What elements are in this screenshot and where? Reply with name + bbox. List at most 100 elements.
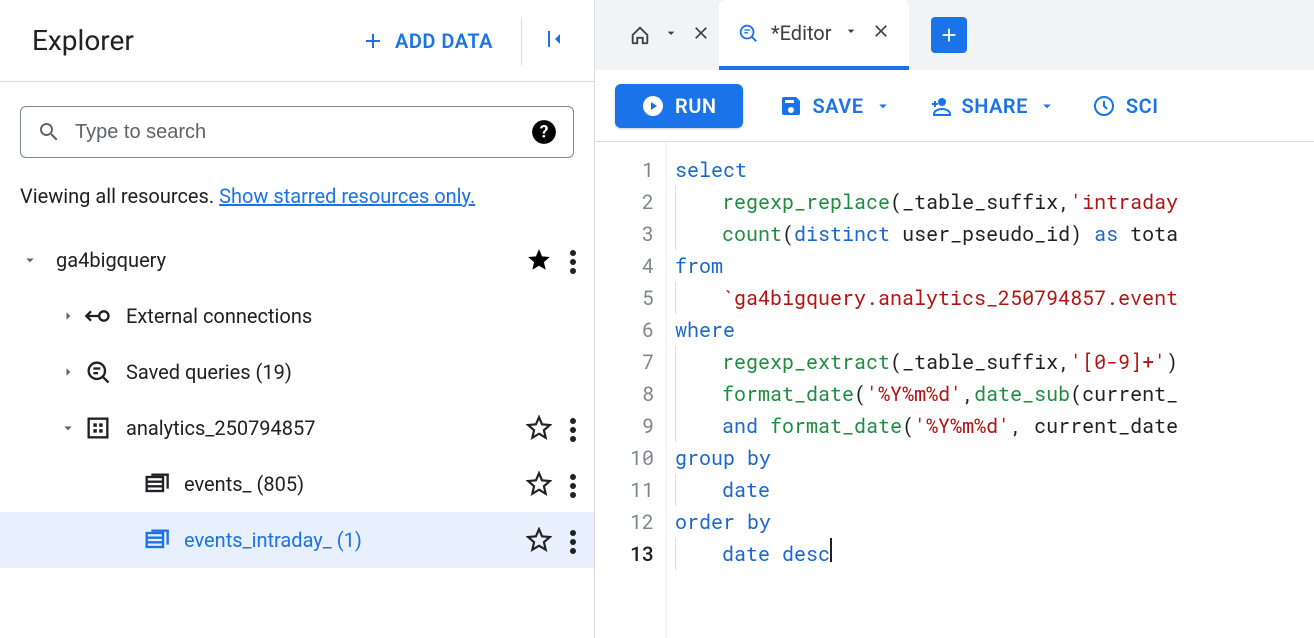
code-line[interactable]: `ga4bigquery.analytics_250794857.event: [675, 282, 1178, 314]
search-input[interactable]: [75, 121, 517, 144]
code-line[interactable]: group by: [675, 442, 1178, 474]
table-stack-icon: [142, 526, 170, 554]
star-outline-icon[interactable]: [526, 415, 552, 441]
code-area[interactable]: select regexp_replace(_table_suffix,'int…: [667, 142, 1178, 638]
home-icon: [629, 24, 651, 46]
clock-icon: [1092, 94, 1116, 118]
code-line[interactable]: format_date('%Y%m%d',date_sub(current_: [675, 378, 1178, 410]
save-label: SAVE: [813, 94, 864, 118]
code-line[interactable]: select: [675, 154, 1178, 186]
close-icon: [871, 21, 891, 41]
code-line[interactable]: date: [675, 474, 1178, 506]
table-intraday-label: events_intraday_ (1): [184, 528, 526, 552]
editor-tab-title: *Editor: [771, 21, 831, 45]
table-events-label: events_ (805): [184, 472, 526, 496]
external-label: External connections: [126, 304, 576, 328]
chevron-down-icon: [874, 97, 892, 115]
share-person-icon: [928, 94, 952, 118]
table-stack-icon: [142, 470, 170, 498]
save-icon: [779, 94, 803, 118]
expand-toggle[interactable]: [14, 251, 46, 269]
expand-toggle[interactable]: [52, 307, 84, 325]
more-menu-button[interactable]: [570, 527, 576, 553]
tree-dataset-row[interactable]: analytics_250794857: [0, 400, 594, 456]
collapse-left-icon: [542, 27, 566, 51]
add-data-label: ADD DATA: [395, 29, 493, 53]
dataset-label: analytics_250794857: [126, 416, 526, 440]
share-label: SHARE: [962, 94, 1028, 118]
code-editor[interactable]: 12345678910111213 select regexp_replace(…: [595, 142, 1314, 638]
close-tab-button[interactable]: [691, 23, 711, 47]
show-starred-link[interactable]: Show starred resources only.: [219, 184, 475, 208]
chevron-down-icon: [843, 23, 859, 39]
expand-toggle[interactable]: [52, 419, 84, 437]
expand-toggle[interactable]: [52, 363, 84, 381]
star-outline-icon[interactable]: [526, 527, 552, 553]
main-area: *Editor RUN SAVE SHARE SCI 1234567891011: [595, 0, 1314, 638]
help-icon[interactable]: ?: [531, 119, 557, 145]
code-line[interactable]: and format_date('%Y%m%d', current_date: [675, 410, 1178, 442]
more-menu-button[interactable]: [570, 471, 576, 497]
divider: [521, 17, 522, 65]
search-box[interactable]: ?: [20, 106, 574, 158]
code-line[interactable]: order by: [675, 506, 1178, 538]
schedule-label: SCI: [1126, 94, 1159, 118]
schedule-button[interactable]: SCI: [1092, 94, 1159, 118]
dataset-icon: [84, 414, 112, 442]
chevron-right-icon: [59, 363, 77, 381]
play-circle-icon: [641, 94, 665, 118]
collapse-sidebar-button[interactable]: [534, 19, 574, 63]
chevron-down-icon: [663, 25, 679, 41]
star-filled-icon[interactable]: [526, 247, 552, 273]
tabstrip: *Editor: [595, 0, 1314, 70]
explorer-title: Explorer: [32, 24, 349, 57]
chevron-down-icon: [59, 419, 77, 437]
project-label: ga4bigquery: [56, 248, 526, 272]
add-data-button[interactable]: ADD DATA: [349, 21, 505, 61]
save-button[interactable]: SAVE: [779, 94, 892, 118]
close-tab-button[interactable]: [871, 21, 891, 45]
viewing-filter-text: Viewing all resources. Show starred reso…: [0, 170, 594, 228]
connection-icon: [84, 302, 112, 330]
code-line[interactable]: regexp_replace(_table_suffix,'intraday: [675, 186, 1178, 218]
code-line[interactable]: from: [675, 250, 1178, 282]
tab-dropdown[interactable]: [663, 25, 679, 45]
plus-icon: [361, 29, 385, 53]
chevron-down-icon: [1038, 97, 1056, 115]
code-line[interactable]: count(distinct user_pseudo_id) as tota: [675, 218, 1178, 250]
star-outline-icon[interactable]: [526, 471, 552, 497]
resource-tree: ga4bigquery External connections Saved q…: [0, 228, 594, 568]
editor-tab[interactable]: *Editor: [719, 0, 909, 70]
line-gutter: 12345678910111213: [595, 142, 667, 638]
new-tab-button[interactable]: [931, 17, 967, 53]
tree-table-intraday-row[interactable]: events_intraday_ (1): [0, 512, 594, 568]
query-icon: [737, 22, 759, 44]
tree-external-row[interactable]: External connections: [0, 288, 594, 344]
plus-icon: [938, 24, 960, 46]
more-menu-button[interactable]: [570, 415, 576, 441]
search-container: ?: [0, 82, 594, 170]
code-line[interactable]: regexp_extract(_table_suffix,'[0-9]+'): [675, 346, 1178, 378]
saved-queries-label: Saved queries (19): [126, 360, 576, 384]
run-button[interactable]: RUN: [615, 84, 743, 128]
viewing-text: Viewing all resources.: [20, 184, 219, 208]
tree-saved-queries-row[interactable]: Saved queries (19): [0, 344, 594, 400]
more-menu-button[interactable]: [570, 247, 576, 273]
query-toolbar: RUN SAVE SHARE SCI: [595, 70, 1314, 142]
explorer-sidebar: Explorer ADD DATA ? Viewing all resource…: [0, 0, 595, 638]
sidebar-header: Explorer ADD DATA: [0, 0, 594, 82]
tree-project-row[interactable]: ga4bigquery: [0, 232, 594, 288]
tree-table-events-row[interactable]: events_ (805): [0, 456, 594, 512]
query-icon: [84, 358, 112, 386]
search-icon: [37, 120, 61, 144]
share-button[interactable]: SHARE: [928, 94, 1056, 118]
code-line[interactable]: where: [675, 314, 1178, 346]
svg-text:?: ?: [540, 122, 549, 142]
tab-dropdown[interactable]: [843, 23, 859, 43]
close-icon: [691, 23, 711, 43]
code-line[interactable]: date desc: [675, 538, 1178, 570]
home-tab[interactable]: [611, 0, 719, 70]
chevron-right-icon: [59, 307, 77, 325]
run-label: RUN: [675, 94, 717, 118]
chevron-down-icon: [21, 251, 39, 269]
